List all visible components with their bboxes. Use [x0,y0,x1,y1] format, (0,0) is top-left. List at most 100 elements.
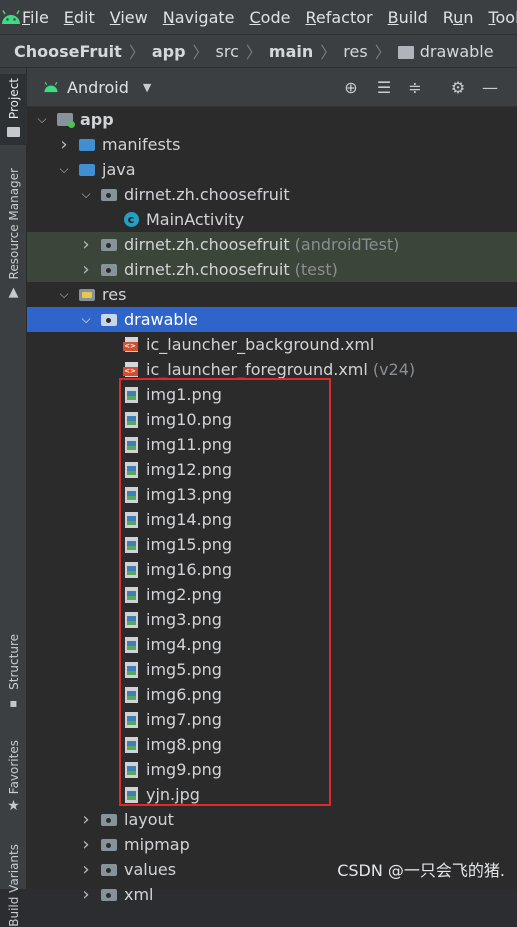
tree-node[interactable]: › xml [27,882,517,907]
tree-node[interactable]: img10.png [27,407,517,432]
tree-node-label: img1.png [146,385,222,404]
xml-file-icon [122,362,139,378]
tree-node[interactable]: img16.png [27,557,517,582]
tree-node-label: img9.png [146,760,222,779]
tree-node[interactable]: img12.png [27,457,517,482]
tree-node-label: yjn.jpg [146,785,200,804]
chevron-down-icon[interactable]: ⌵ [79,187,93,202]
image-file-icon [123,586,139,603]
menu-item[interactable]: Run [443,8,474,27]
menu-item[interactable]: Refactor [305,8,372,27]
tree-node-label: ic_launcher_foreground.xml [146,360,368,379]
breadcrumb-item[interactable]: drawable [420,42,494,61]
tree-node-label: img4.png [146,635,222,654]
menu-item[interactable]: File [22,8,49,27]
tree-node[interactable]: › layout [27,807,517,832]
view-selector-label: Android [67,77,129,97]
tree-node[interactable]: › mipmap [27,832,517,857]
breadcrumb-item[interactable]: main [269,42,313,61]
tree-node[interactable]: › manifests [27,132,517,157]
tree-node-label: values [124,860,177,879]
tree-node[interactable]: img5.png [27,657,517,682]
locate-icon[interactable]: ⊕ [340,76,362,98]
tree-node[interactable]: ⌵ dirnet.zh.choosefruit [27,182,517,207]
breadcrumb-item[interactable]: res [343,42,367,61]
tab-favorites[interactable]: Favorites ★ [0,740,27,814]
image-file-icon [123,486,139,503]
menu-item[interactable]: View [110,8,148,27]
menu-item[interactable]: Code [250,8,291,27]
tree-node[interactable]: ⌵ java [27,157,517,182]
tree-node[interactable]: img4.png [27,632,517,657]
chevron-down-icon[interactable]: ⌵ [57,287,71,302]
tree-node-label: dirnet.zh.choosefruit [124,235,290,254]
breadcrumb-item[interactable]: app [152,42,186,61]
tree-node[interactable]: img7.png [27,707,517,732]
gear-icon[interactable]: ⚙ [447,76,469,98]
menu-item[interactable]: Navigate [163,8,235,27]
chevron-down-icon[interactable]: ⌵ [35,112,49,127]
view-selector[interactable]: Android ▼ [43,78,151,97]
menu-item[interactable]: Build [388,8,428,27]
chevron-right-icon: 〉 [128,43,145,62]
package-folder-icon [101,187,117,203]
tab-structure[interactable]: Structure ▪ [0,634,27,710]
tree-node[interactable]: img6.png [27,682,517,707]
tree-node-label: ic_launcher_background.xml [146,335,375,354]
tree-node[interactable]: img3.png [27,607,517,632]
tree-node-label: img6.png [146,685,222,704]
tree-node[interactable]: › dirnet.zh.choosefruit (androidTest) [27,232,517,257]
image-file-icon [123,511,139,528]
tab-project[interactable]: Project [0,74,27,146]
tree-node[interactable]: img8.png [27,732,517,757]
menu-item[interactable]: Tools [488,8,517,27]
image-file-icon [123,411,139,428]
chevron-down-icon[interactable]: ⌵ [57,162,71,177]
tree-node[interactable]: › dirnet.zh.choosefruit (test) [27,257,517,282]
chevron-right-icon[interactable]: › [79,859,93,880]
tree-node[interactable]: img14.png [27,507,517,532]
chevron-right-icon[interactable]: › [79,234,93,255]
tree-node-label: img5.png [146,660,222,679]
tree-node-label: img12.png [146,460,233,479]
tree-node[interactable]: img13.png [27,482,517,507]
chevron-right-icon: 〉 [320,43,337,62]
breadcrumb-item[interactable]: ChooseFruit [14,42,122,61]
tree-node[interactable]: ⌵ drawable [27,307,517,332]
xml-file-icon [122,337,139,353]
shapes-icon: ▲ [8,285,19,301]
project-tree: ⌵ app › manifests ⌵ java ⌵ dirnet.zh.choosefrui… [27,107,517,907]
tab-build-variants-label: Build Variants [6,844,21,927]
tree-node[interactable]: ic_launcher_foreground.xml(v24) [27,357,517,382]
breadcrumb: ChooseFruit 〉 app 〉 src 〉 main 〉 res 〉 drawable [0,34,517,68]
tree-node[interactable]: ⌵ app [27,107,517,132]
collapse-all-icon[interactable]: ≑ [404,76,426,98]
tree-node[interactable]: c MainActivity [27,207,517,232]
tree-node[interactable]: img2.png [27,582,517,607]
tree-node[interactable]: img9.png [27,757,517,782]
tab-build-variants[interactable]: Build Variants [0,844,27,927]
package-folder-icon [101,837,117,853]
tab-resource-manager[interactable]: Resource Manager ▲ [0,168,27,300]
chevron-right-icon[interactable]: › [57,134,71,155]
chevron-right-icon[interactable]: › [79,809,93,830]
tree-node-label: img8.png [146,735,222,754]
tree-node[interactable]: ⌵ res [27,282,517,307]
tree-node[interactable]: ic_launcher_background.xml [27,332,517,357]
tree-node-label: img15.png [146,535,233,554]
chevron-right-icon[interactable]: › [79,834,93,855]
chevron-right-icon[interactable]: › [79,259,93,280]
chevron-right-icon[interactable]: › [79,884,93,905]
chevron-down-icon[interactable]: ⌵ [79,312,93,327]
breadcrumb-item[interactable]: src [216,42,239,61]
tree-node[interactable]: img11.png [27,432,517,457]
tree-node[interactable]: yjn.jpg [27,782,517,807]
minimize-icon[interactable]: — [479,76,501,98]
expand-all-icon[interactable]: ☰ [373,76,395,98]
menu-item[interactable]: Edit [64,8,95,27]
project-toolbar: Android ▼ ⊕ ☰ ≑ ⚙ — [27,68,517,107]
menu-items: File Edit View Navigate Code Refactor Build Run… [22,8,517,27]
tree-node[interactable]: img1.png [27,382,517,407]
package-folder-icon [101,812,117,828]
tree-node[interactable]: img15.png [27,532,517,557]
